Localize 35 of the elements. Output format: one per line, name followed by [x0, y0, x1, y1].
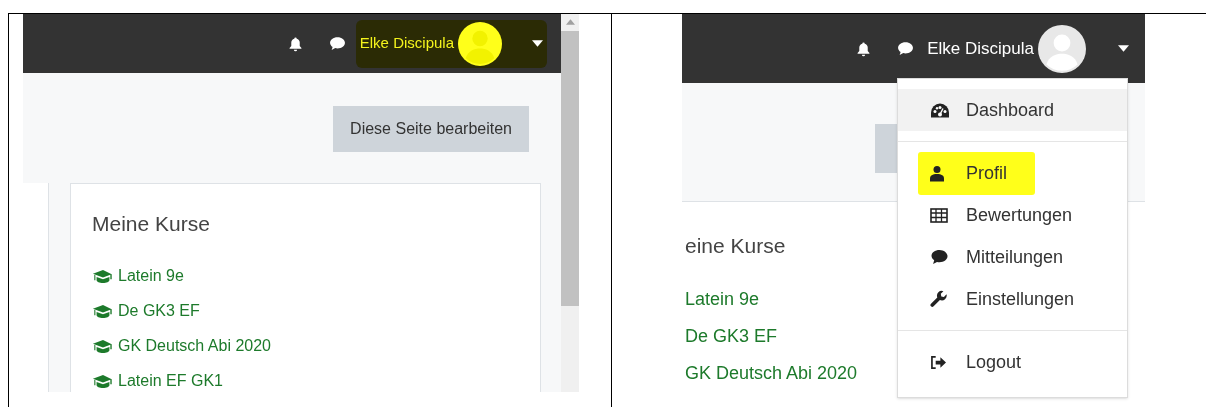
- wrench-icon: [930, 290, 948, 308]
- course-link[interactable]: GK Deutsch Abi 2020: [92, 328, 540, 364]
- gauge-icon: [930, 101, 950, 119]
- caret-icon[interactable]: [532, 40, 543, 47]
- block-title: eine Kurse: [685, 233, 786, 259]
- speech-bubble-icon: [930, 249, 949, 265]
- bell-icon[interactable]: [856, 40, 872, 57]
- scrollbar[interactable]: [561, 14, 579, 392]
- user-menu[interactable]: Elke Discipula: [355, 19, 547, 68]
- menu-item[interactable]: Dashboard: [898, 89, 1127, 131]
- bell-icon[interactable]: [287, 35, 303, 52]
- graduation-cap-icon: [92, 303, 114, 319]
- course-link[interactable]: Latein 9e: [92, 258, 540, 294]
- block-title: Meine Kurse: [92, 211, 210, 237]
- user-name[interactable]: Elke Discipula: [359, 32, 454, 55]
- graduation-cap-icon: [92, 338, 114, 354]
- course-link[interactable]: Latein EF GK1: [92, 363, 540, 392]
- menu-item[interactable]: Bewertungen: [898, 194, 1127, 236]
- person-icon: [930, 164, 944, 182]
- avatar-icon[interactable]: [1038, 24, 1086, 73]
- sign-out-icon: [930, 354, 947, 370]
- chat-bubble-icon[interactable]: [897, 41, 915, 56]
- chat-bubble-icon[interactable]: [328, 36, 346, 51]
- user-name[interactable]: Elke Discipula: [927, 35, 1034, 62]
- menu-item[interactable]: Einstellungen: [898, 278, 1127, 320]
- user-menu[interactable]: Elke Discipula: [927, 24, 1129, 73]
- caret-icon[interactable]: [1118, 45, 1129, 52]
- table-icon: [930, 207, 948, 223]
- menu-item[interactable]: Logout: [898, 341, 1127, 383]
- graduation-cap-icon: [92, 373, 114, 389]
- graduation-cap-icon: [92, 268, 114, 284]
- menu-item[interactable]: Mitteilungen: [898, 236, 1127, 278]
- avatar-icon[interactable]: [458, 21, 502, 66]
- edit-page-button[interactable]: Diese Seite bearbeiten: [333, 106, 529, 152]
- course-link[interactable]: De GK3 EF: [92, 293, 540, 329]
